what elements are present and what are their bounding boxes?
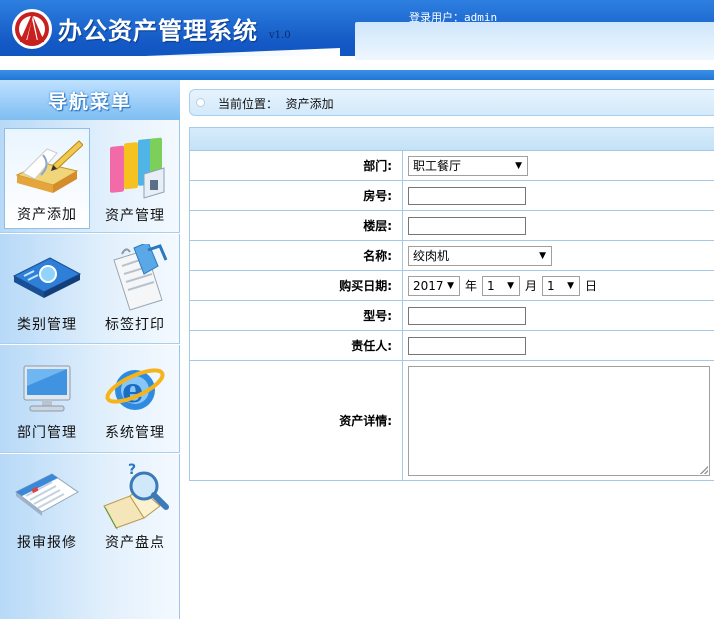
logo-icon [12, 9, 52, 49]
form-row-model: 型号: [189, 300, 714, 331]
menu-divider [0, 232, 180, 234]
month-select[interactable]: 1 ▼ [482, 275, 521, 296]
app-window: 办公资产管理系统 v1.0 登录用户：admin 导航菜单 资产添加 资产管理 … [0, 0, 714, 619]
menu-item-report-repair[interactable]: 报审报修 [4, 456, 90, 556]
menu-item-label: 报审报修 [17, 535, 77, 551]
day-value: 1 [547, 278, 555, 293]
calendar-icon [12, 462, 82, 530]
pencil-book-icon [13, 135, 84, 203]
print-label-icon [100, 241, 170, 312]
login-info: 登录用户：admin [409, 9, 497, 25]
menu-item-department-manage[interactable]: 部门管理 [4, 346, 90, 446]
name-value: 绞肉机 [413, 248, 450, 263]
details-label: 资产详情: [189, 360, 403, 481]
menu-item-asset-add[interactable]: 资产添加 [4, 128, 90, 229]
breadcrumb-dot-icon [196, 98, 205, 107]
menu-item-label: 资产管理 [105, 208, 165, 224]
breadcrumb-label: 当前位置： [218, 97, 279, 111]
dropdown-arrow-icon: ▼ [567, 280, 575, 291]
nav-menu-header: 导航菜单 [0, 80, 180, 120]
menu-item-category-manage[interactable]: 类别管理 [4, 238, 90, 338]
form-row-room: 房号: [189, 180, 714, 211]
monitor-icon [12, 352, 82, 420]
ie-globe-icon: e [100, 352, 170, 420]
menu-item-label: 类别管理 [17, 317, 77, 333]
month-unit: 月 [525, 279, 538, 293]
breadcrumb: 当前位置： 资产添加 [189, 89, 714, 116]
dropdown-arrow-icon: ▼ [515, 160, 522, 171]
menu-item-label: 资产添加 [17, 207, 77, 223]
menu-item-system-manage[interactable]: e 系统管理 [92, 346, 178, 446]
menu-item-label-print[interactable]: 标签打印 [92, 238, 178, 338]
form-row-owner: 责任人: [189, 330, 714, 361]
year-value: 2017 [413, 278, 444, 293]
menu-item-label: 部门管理 [17, 425, 77, 441]
menu-item-label: 系统管理 [105, 425, 165, 441]
asset-form: 部门: 职工餐厅 ▼ 房号: 楼层: 名称: 绞肉机 ▼ 购买日期: 2017 … [189, 150, 714, 481]
dropdown-arrow-icon: ▼ [507, 280, 515, 291]
model-label: 型号: [189, 300, 403, 331]
menu-item-asset-manage[interactable]: 资产管理 [92, 128, 178, 229]
app-header: 办公资产管理系统 v1.0 登录用户：admin [0, 0, 714, 80]
breadcrumb-current: 资产添加 [285, 97, 334, 111]
room-label: 房号: [189, 180, 403, 211]
menu-divider [0, 343, 180, 345]
dropdown-arrow-icon: ▼ [539, 250, 546, 261]
breadcrumb-text: 当前位置： 资产添加 [218, 95, 334, 112]
dropdown-arrow-icon: ▼ [447, 280, 454, 291]
form-row-details: 资产详情: [189, 360, 714, 481]
floor-label: 楼层: [189, 210, 403, 241]
category-board-icon [12, 244, 82, 312]
model-input[interactable] [408, 306, 526, 325]
name-label: 名称: [189, 240, 403, 271]
department-select[interactable]: 职工餐厅 ▼ [408, 155, 528, 176]
department-label: 部门: [189, 150, 403, 181]
books-icon [100, 134, 170, 202]
day-unit: 日 [585, 279, 598, 293]
app-version: v1.0 [269, 30, 291, 41]
form-row-name: 名称: 绞肉机 ▼ [189, 240, 714, 271]
nav-menu-title: 导航菜单 [47, 91, 132, 113]
resize-handle-icon[interactable] [700, 465, 708, 474]
purchase-date-label: 购买日期: [189, 270, 403, 301]
form-header-bar [189, 127, 714, 151]
menu-item-label: 资产盘点 [105, 535, 165, 551]
svg-text:?: ? [128, 462, 136, 478]
year-unit: 年 [465, 279, 478, 293]
app-title: 办公资产管理系统 [58, 17, 258, 45]
magnifier-book-icon: ? [100, 462, 170, 530]
owner-input[interactable] [408, 336, 526, 355]
form-row-purchase-date: 购买日期: 2017 ▼ 年 1 ▼ 月 1 ▼ 日 [189, 270, 714, 301]
department-value: 职工餐厅 [413, 158, 462, 173]
floor-input[interactable] [408, 216, 526, 235]
month-value: 1 [487, 278, 495, 293]
form-row-floor: 楼层: [189, 210, 714, 241]
details-textarea[interactable] [408, 365, 710, 476]
header-bottom-bar [0, 70, 714, 80]
form-row-department: 部门: 职工餐厅 ▼ [189, 150, 714, 181]
header-gloss [355, 22, 714, 60]
name-select[interactable]: 绞肉机 ▼ [408, 245, 552, 266]
menu-item-label: 标签打印 [105, 317, 165, 333]
menu-item-asset-inventory[interactable]: ? 资产盘点 [92, 456, 178, 556]
room-input[interactable] [408, 186, 526, 205]
owner-label: 责任人: [189, 330, 403, 361]
login-user: admin [464, 11, 498, 24]
year-select[interactable]: 2017 ▼ [408, 275, 460, 296]
day-select[interactable]: 1 ▼ [542, 275, 581, 296]
menu-divider [0, 452, 180, 454]
login-label: 登录用户： [409, 11, 464, 24]
